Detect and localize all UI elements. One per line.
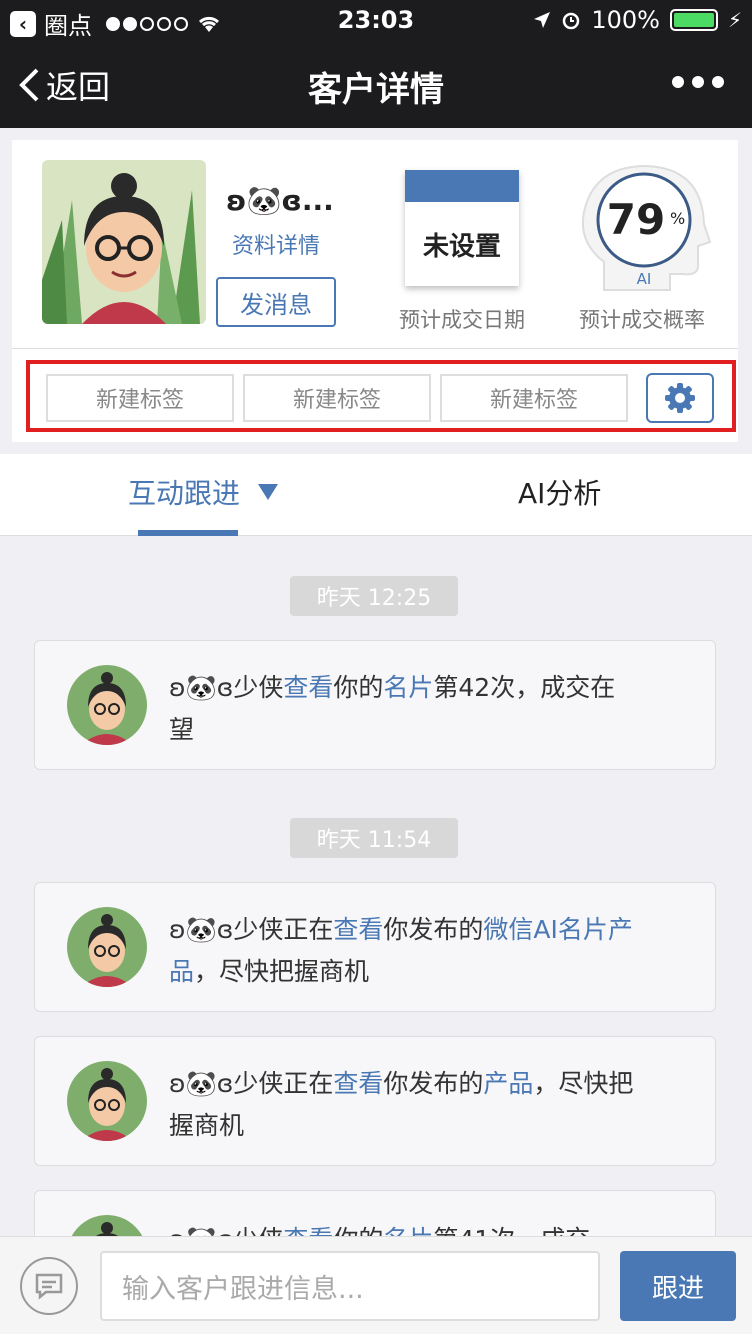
top-bar: ‹ 圈点 23:03 100% ⚡ 返回 客户详情 <box>0 0 752 128</box>
gear-icon <box>665 383 695 413</box>
status-bar: ‹ 圈点 23:03 100% ⚡ <box>0 0 752 40</box>
tab-interaction-label: 互动跟进 <box>128 477 241 510</box>
new-tag-button[interactable]: 新建标签 <box>243 374 431 422</box>
battery-percent: 100% <box>591 6 660 34</box>
tab-ai-analysis[interactable]: AI分析 <box>518 472 601 512</box>
more-icon[interactable] <box>672 76 724 88</box>
new-tag-button[interactable]: 新建标签 <box>46 374 234 422</box>
follow-up-input[interactable]: 输入客户跟进信息... <box>100 1251 600 1321</box>
feed-text: ʚ🐼ɞ少侠查看你的名片第42次，成交在望 <box>169 673 616 744</box>
tab-active-indicator <box>138 530 238 536</box>
new-tag-button[interactable]: 新建标签 <box>440 374 628 422</box>
timestamp: 昨天 12:25 <box>290 576 458 616</box>
probability-head-icon: 79 % AI <box>582 164 712 291</box>
calendar-header <box>405 170 519 202</box>
deal-date-card[interactable]: 未设置 <box>405 170 519 286</box>
tag-row: 新建标签 新建标签 新建标签 <box>26 360 736 432</box>
dropdown-triangle-icon <box>258 484 279 500</box>
send-message-button[interactable]: 发消息 <box>216 277 336 327</box>
deal-date-label: 预计成交日期 <box>399 308 525 332</box>
profile-detail-link[interactable]: 资料详情 <box>232 228 320 260</box>
timestamp: 昨天 11:54 <box>290 818 458 858</box>
nav-bar: 返回 客户详情 <box>0 40 752 128</box>
feed-text: ʚ🐼ɞ少侠正在查看你发布的产品，尽快把握商机 <box>169 1069 634 1140</box>
avatar <box>67 907 147 987</box>
avatar[interactable] <box>42 160 206 324</box>
feed-item[interactable]: ʚ🐼ɞ少侠正在查看你发布的产品，尽快把握商机 <box>34 1036 716 1166</box>
deal-date-value: 未设置 <box>422 232 501 262</box>
battery-icon <box>669 9 718 31</box>
tab-bar: 互动跟进 AI分析 <box>0 454 752 536</box>
tag-settings-button[interactable] <box>646 373 714 423</box>
probability-label: 预计成交概率 <box>579 308 705 332</box>
feed-item[interactable]: ʚ🐼ɞ少侠查看你的名片第41次，成交 <box>34 1190 716 1236</box>
tab-interaction[interactable]: 互动跟进 <box>128 472 279 512</box>
input-bar: 输入客户跟进信息... 跟进 <box>0 1236 752 1334</box>
probability-value: 79 <box>607 195 665 244</box>
charging-icon: ⚡ <box>727 8 742 32</box>
avatar <box>67 665 147 745</box>
status-right: 100% ⚡ <box>533 6 742 34</box>
probability-ai-label: AI <box>637 270 652 288</box>
follow-up-button[interactable]: 跟进 <box>620 1251 736 1321</box>
feed-item[interactable]: ʚ🐼ɞ少侠正在查看你发布的微信AI名片产品，尽快把握商机 <box>34 882 716 1012</box>
page-title: 客户详情 <box>308 70 444 110</box>
location-icon <box>534 12 551 28</box>
alarm-icon <box>563 12 580 30</box>
feed-item[interactable]: ʚ🐼ɞ少侠查看你的名片第42次，成交在望 <box>34 640 716 770</box>
divider <box>12 348 738 349</box>
chat-icon[interactable] <box>20 1257 78 1315</box>
avatar <box>67 1215 147 1236</box>
customer-name: ʚ🐼ɞ... <box>226 184 334 217</box>
profile-card: ʚ🐼ɞ... 资料详情 发消息 未设置 预计成交日期 79 % AI 预计成交概… <box>12 140 738 442</box>
feed-text: ʚ🐼ɞ少侠查看你的名片第41次，成交 <box>169 1219 639 1236</box>
probability-unit: % <box>670 209 685 228</box>
feed-text: ʚ🐼ɞ少侠正在查看你发布的微信AI名片产品，尽快把握商机 <box>169 915 633 986</box>
avatar <box>67 1061 147 1141</box>
